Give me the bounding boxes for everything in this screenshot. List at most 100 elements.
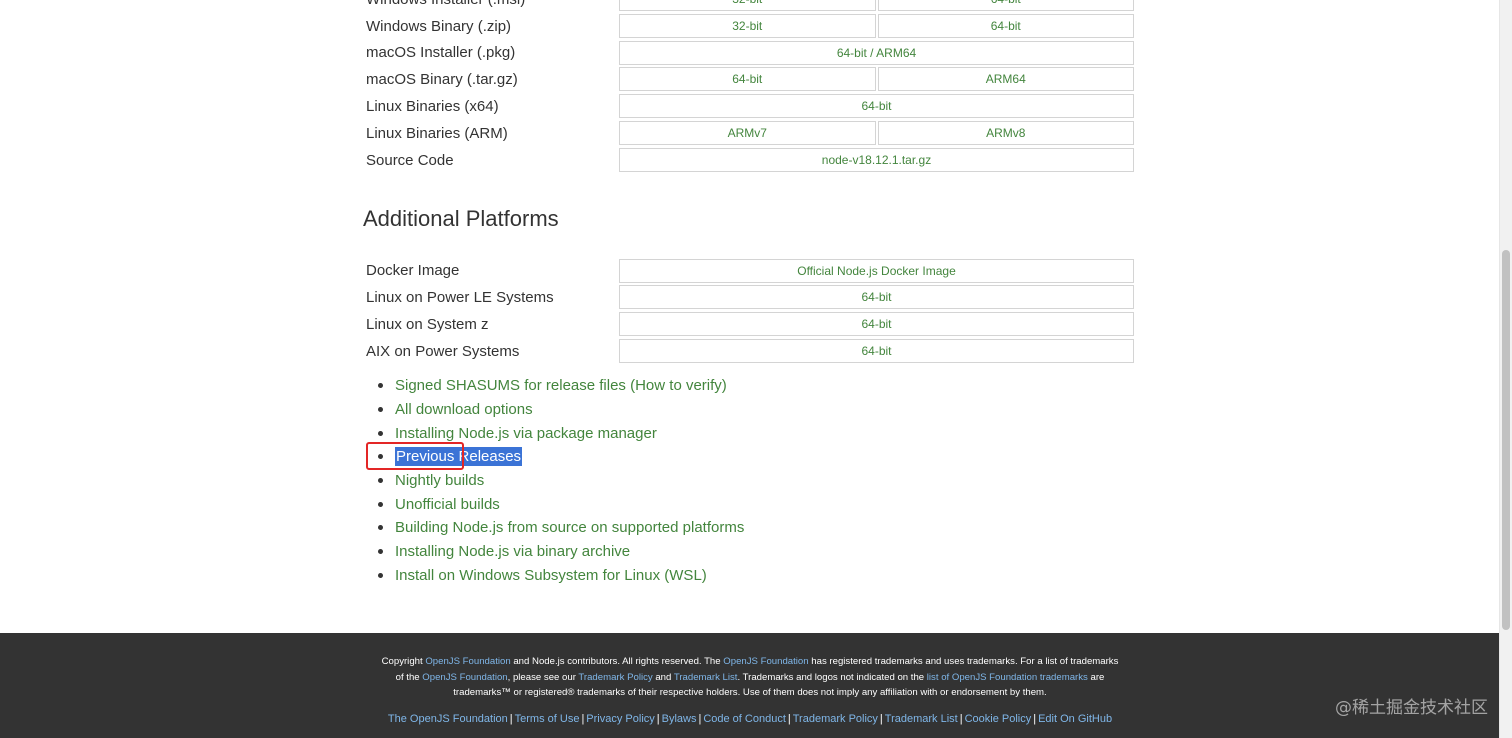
footer-nav-link[interactable]: Terms of Use	[515, 713, 580, 725]
vertical-scrollbar[interactable]	[1499, 0, 1512, 738]
footer-nav-link[interactable]: Trademark List	[885, 713, 958, 725]
download-row-cells: 64-bit	[619, 94, 1134, 119]
other-downloads-link[interactable]: Signed SHASUMS for release files (How to…	[395, 377, 727, 394]
footer-text-segment: are	[1087, 671, 1105, 683]
footer-copyright: Copyright OpenJS Foundation and Node.js …	[370, 654, 1130, 701]
footer-nav-separator: |	[698, 712, 702, 725]
download-row-cells: 32-bit64-bit	[619, 0, 1134, 11]
platform-row-cells: 64-bit	[619, 285, 1134, 310]
footer: Copyright OpenJS Foundation and Node.js …	[0, 633, 1500, 738]
download-link[interactable]: 64-bit	[877, 0, 1134, 11]
download-row: Source Code node-v18.12.1.tar.gz	[363, 147, 1135, 174]
other-downloads-item: Previous Releases	[378, 445, 744, 469]
footer-nav-separator: |	[787, 712, 791, 725]
download-link[interactable]: ARM64	[877, 67, 1134, 92]
download-row-cells: node-v18.12.1.tar.gz	[619, 147, 1134, 172]
watermark: @稀土掘金技术社区	[1335, 698, 1488, 718]
platform-row-cells: Official Node.js Docker Image	[619, 258, 1134, 283]
download-link[interactable]: ARMv7	[619, 120, 876, 145]
footer-copyright-line3: trademarks™ or registered® trademarks of…	[453, 687, 1047, 698]
platform-row: Linux on Power LE Systems 64-bit	[363, 284, 1135, 311]
footer-nav-link[interactable]: Privacy Policy	[586, 713, 654, 725]
download-row-label: Source Code	[366, 151, 454, 169]
download-row-cells: 32-bit64-bit	[619, 13, 1134, 38]
other-downloads-item: Building Node.js from source on supporte…	[378, 516, 744, 540]
other-downloads-link[interactable]: Previous Releases	[395, 447, 523, 467]
footer-nav-separator: |	[581, 712, 585, 725]
other-downloads-link[interactable]: Nightly builds	[395, 472, 484, 489]
download-row: Linux Binaries (x64) 64-bit	[363, 93, 1135, 120]
footer-inline-link[interactable]: OpenJS Foundation	[425, 656, 510, 667]
other-downloads-link[interactable]: Unofficial builds	[395, 496, 500, 513]
footer-inline-link[interactable]: Trademark Policy	[578, 672, 652, 683]
footer-nav-link[interactable]: Cookie Policy	[965, 713, 1032, 725]
download-row-label: Linux Binaries (x64)	[366, 98, 499, 116]
bullet-icon	[378, 525, 383, 531]
other-downloads-item: Installing Node.js via package manager	[378, 421, 744, 445]
footer-nav-link[interactable]: Edit On GitHub	[1038, 713, 1112, 725]
footer-inline-link[interactable]: OpenJS Foundation	[422, 672, 507, 683]
footer-nav-link[interactable]: Code of Conduct	[703, 713, 786, 725]
download-link[interactable]: 64-bit	[619, 67, 876, 92]
footer-nav-separator: |	[959, 712, 963, 725]
footer-nav-link[interactable]: Bylaws	[662, 713, 697, 725]
download-link[interactable]: Official Node.js Docker Image	[619, 258, 1134, 283]
download-link[interactable]: ARMv8	[877, 120, 1134, 145]
other-downloads-link[interactable]: All download options	[395, 401, 533, 418]
footer-text-segment: Copyright	[381, 656, 426, 667]
download-link[interactable]: 64-bit / ARM64	[619, 40, 1134, 65]
downloads-table: Windows Installer (.msi)32-bit64-bitWind…	[363, 0, 1135, 174]
other-downloads-item: All download options	[378, 398, 744, 422]
footer-nav-separator: |	[1033, 712, 1037, 725]
download-link[interactable]: 64-bit	[619, 312, 1134, 337]
footer-nav-separator: |	[509, 712, 513, 725]
platform-row-label: Docker Image	[366, 262, 460, 280]
bullet-icon	[378, 454, 383, 460]
footer-nav-separator: |	[879, 712, 883, 725]
download-row-cells: ARMv7 ARMv8	[619, 120, 1134, 145]
footer-nav-link[interactable]: Trademark Policy	[793, 713, 878, 725]
bullet-icon	[378, 572, 383, 578]
download-link[interactable]: 32-bit	[619, 0, 876, 11]
download-row: macOS Installer (.pkg) 64-bit / ARM64	[363, 40, 1135, 67]
bullet-icon	[378, 407, 383, 413]
platform-row: Linux on System z 64-bit	[363, 311, 1135, 338]
other-downloads-link[interactable]: Installing Node.js via package manager	[395, 425, 657, 442]
other-downloads-link[interactable]: Installing Node.js via binary archive	[395, 543, 630, 560]
download-link[interactable]: node-v18.12.1.tar.gz	[619, 147, 1134, 172]
page: Windows Installer (.msi)32-bit64-bitWind…	[0, 0, 1512, 738]
download-row-cells: 64-bit ARM64	[619, 67, 1134, 92]
download-link[interactable]: 64-bit	[619, 285, 1134, 310]
download-link[interactable]: 32-bit	[619, 13, 876, 38]
download-link[interactable]: 64-bit	[877, 13, 1134, 38]
download-row: Linux Binaries (ARM) ARMv7 ARMv8	[363, 120, 1135, 147]
additional-platforms-table: Docker Image Official Node.js Docker Imag…	[363, 258, 1135, 365]
footer-inline-link[interactable]: Trademark List	[674, 672, 738, 683]
other-downloads-item: Nightly builds	[378, 469, 744, 493]
footer-nav-link[interactable]: The OpenJS Foundation	[388, 713, 508, 725]
bullet-icon	[378, 501, 383, 507]
download-row-label: Windows Binary (.zip)	[366, 17, 512, 35]
footer-copyright-line1: Copyright OpenJS Foundation and Node.js …	[370, 654, 1130, 670]
footer-inline-link[interactable]: list of OpenJS Foundation trademarks	[927, 672, 1088, 683]
other-downloads-link[interactable]: Install on Windows Subsystem for Linux (…	[395, 567, 707, 584]
download-row: Windows Binary (.zip) 32-bit 64-bit	[363, 13, 1135, 40]
platform-row: AIX on Power Systems 64-bit	[363, 338, 1135, 365]
other-downloads-link[interactable]: Building Node.js from source on supporte…	[395, 519, 744, 536]
download-row-cells: 64-bit / ARM64	[619, 40, 1134, 65]
scrollbar-thumb[interactable]	[1502, 250, 1510, 630]
platform-row-cells: 64-bit	[619, 312, 1134, 337]
download-row: macOS Binary (.tar.gz) 64-bit ARM64	[363, 66, 1135, 93]
platform-row-label: Linux on System z	[366, 316, 489, 334]
platform-row-cells: 64-bit	[619, 338, 1134, 363]
bullet-icon	[378, 383, 383, 389]
footer-text-segment: has registered trademarks and uses trade…	[808, 656, 1119, 667]
bullet-icon	[378, 478, 383, 484]
download-link[interactable]: 64-bit	[619, 338, 1134, 363]
download-link[interactable]: 64-bit	[619, 94, 1134, 119]
other-downloads-item: Signed SHASUMS for release files (How to…	[378, 374, 744, 398]
other-downloads-item: Unofficial builds	[378, 492, 744, 516]
footer-inline-link[interactable]: OpenJS Foundation	[723, 656, 808, 667]
bullet-icon	[378, 430, 383, 436]
footer-nav-separator: |	[656, 712, 660, 725]
